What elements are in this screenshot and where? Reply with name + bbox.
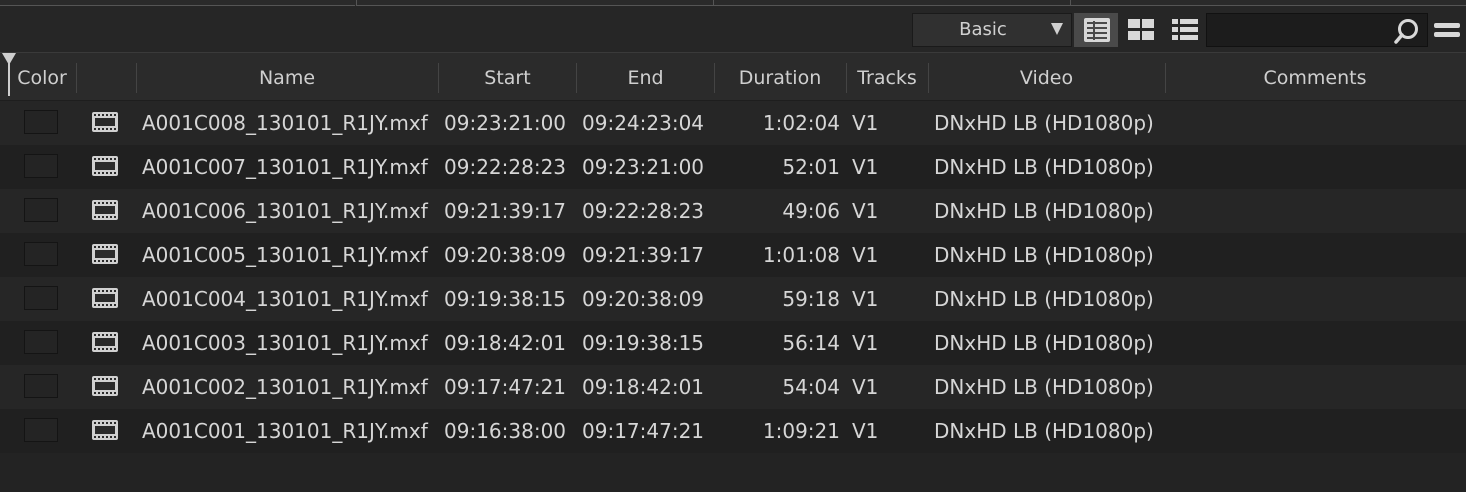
clip-end: 09:17:47:21 (582, 419, 705, 443)
menu-icon (1434, 23, 1460, 37)
color-swatch[interactable] (24, 198, 58, 222)
column-header-start[interactable]: Start (439, 53, 576, 100)
film-clip-icon (92, 420, 118, 440)
color-swatch[interactable] (24, 110, 58, 134)
clip-name[interactable]: A001C005_130101_R1JY.mxf (142, 233, 428, 277)
clip-start: 09:23:21:00 (444, 111, 567, 135)
clip-video-format: DNxHD LB (HD1080p) (934, 199, 1154, 223)
color-swatch[interactable] (24, 286, 58, 310)
color-swatch[interactable] (24, 330, 58, 354)
clip-duration: 49:06 (782, 199, 840, 223)
clip-duration: 1:02:04 (762, 111, 840, 135)
film-clip-icon (92, 288, 118, 308)
column-header-name[interactable]: Name (137, 53, 437, 100)
search-field[interactable] (1206, 13, 1428, 47)
clip-name[interactable]: A001C007_130101_R1JY.mxf (142, 145, 428, 189)
column-header-tracks[interactable]: Tracks (847, 53, 927, 100)
chevron-down-icon (1051, 23, 1063, 35)
clip-duration: 54:04 (782, 375, 840, 399)
clip-start: 09:19:38:15 (444, 287, 567, 311)
clip-duration: 1:09:21 (762, 419, 840, 443)
clip-name[interactable]: A001C001_130101_R1JY.mxf (142, 409, 428, 453)
clip-name[interactable]: A001C002_130101_R1JY.mxf (142, 365, 428, 409)
view-mode-dropdown[interactable]: Basic (912, 13, 1072, 47)
column-header-color[interactable]: Color (10, 53, 74, 100)
table-row[interactable]: A001C007_130101_R1JY.mxf 09:22:28:23 09:… (0, 145, 1466, 189)
clip-name[interactable]: A001C006_130101_R1JY.mxf (142, 189, 428, 233)
clip-end: 09:22:28:23 (582, 199, 705, 223)
clip-end: 09:20:38:09 (582, 287, 705, 311)
table-row[interactable]: A001C002_130101_R1JY.mxf 09:17:47:21 09:… (0, 365, 1466, 409)
clip-duration: 59:18 (782, 287, 840, 311)
options-menu-button[interactable] (1432, 13, 1466, 47)
clip-tracks: V1 (852, 111, 879, 135)
grid-view-icon (1084, 18, 1110, 42)
clip-tracks: V1 (852, 331, 879, 355)
clip-video-format: DNxHD LB (HD1080p) (934, 111, 1154, 135)
table-row[interactable]: A001C008_130101_R1JY.mxf 09:23:21:00 09:… (0, 101, 1466, 145)
clip-name[interactable]: A001C004_130101_R1JY.mxf (142, 277, 428, 321)
column-header-end[interactable]: End (577, 53, 714, 100)
color-swatch[interactable] (24, 418, 58, 442)
thumbnail-view-icon (1128, 19, 1154, 40)
grid-view-button[interactable] (1074, 13, 1118, 47)
color-swatch[interactable] (24, 242, 58, 266)
film-clip-icon (92, 156, 118, 176)
clip-tracks: V1 (852, 287, 879, 311)
clip-tracks: V1 (852, 199, 879, 223)
color-swatch[interactable] (24, 374, 58, 398)
clip-start: 09:21:39:17 (444, 199, 567, 223)
clip-start: 09:20:38:09 (444, 243, 567, 267)
clip-start: 09:18:42:01 (444, 331, 567, 355)
column-header-row: Color Name Start End Duration Tracks Vid… (0, 53, 1466, 101)
clip-tracks: V1 (852, 155, 879, 179)
film-clip-icon (92, 376, 118, 396)
clip-video-format: DNxHD LB (HD1080p) (934, 375, 1154, 399)
table-row[interactable]: A001C001_130101_R1JY.mxf 09:16:38:00 09:… (0, 409, 1466, 453)
column-header-duration[interactable]: Duration (715, 53, 845, 100)
clip-tracks: V1 (852, 419, 879, 443)
color-swatch[interactable] (24, 154, 58, 178)
clip-name[interactable]: A001C008_130101_R1JY.mxf (142, 101, 428, 145)
table-row[interactable]: A001C004_130101_R1JY.mxf 09:19:38:15 09:… (0, 277, 1466, 321)
film-clip-icon (92, 332, 118, 352)
clip-duration: 56:14 (782, 331, 840, 355)
thumbnail-view-button[interactable] (1118, 13, 1162, 47)
table-row[interactable]: A001C005_130101_R1JY.mxf 09:20:38:09 09:… (0, 233, 1466, 277)
clip-end: 09:18:42:01 (582, 375, 705, 399)
clip-duration: 1:01:08 (762, 243, 840, 267)
clip-start: 09:22:28:23 (444, 155, 567, 179)
clip-video-format: DNxHD LB (HD1080p) (934, 419, 1154, 443)
clip-duration: 52:01 (782, 155, 840, 179)
clip-end: 09:21:39:17 (582, 243, 705, 267)
clip-end: 09:23:21:00 (582, 155, 705, 179)
view-mode-label: Basic (959, 19, 1007, 40)
clip-tracks: V1 (852, 243, 879, 267)
clip-end: 09:19:38:15 (582, 331, 705, 355)
clip-video-format: DNxHD LB (HD1080p) (934, 331, 1154, 355)
list-view-button[interactable] (1162, 13, 1206, 47)
column-header-icon[interactable] (77, 53, 136, 100)
table-row[interactable]: A001C006_130101_R1JY.mxf 09:21:39:17 09:… (0, 189, 1466, 233)
clip-start: 09:17:47:21 (444, 375, 567, 399)
clip-start: 09:16:38:00 (444, 419, 567, 443)
film-clip-icon (92, 244, 118, 264)
clip-end: 09:24:23:04 (582, 111, 705, 135)
clip-tracks: V1 (852, 375, 879, 399)
search-input[interactable] (1213, 18, 1387, 44)
clip-video-format: DNxHD LB (HD1080p) (934, 155, 1154, 179)
film-clip-icon (92, 112, 118, 132)
playhead-line (8, 60, 10, 96)
column-header-video[interactable]: Video (929, 53, 1164, 100)
clip-video-format: DNxHD LB (HD1080p) (934, 287, 1154, 311)
bin-toolbar: Basic (0, 6, 1466, 53)
clip-name[interactable]: A001C003_130101_R1JY.mxf (142, 321, 428, 365)
clip-video-format: DNxHD LB (HD1080p) (934, 243, 1154, 267)
list-view-icon (1172, 19, 1198, 40)
column-header-comments[interactable]: Comments (1166, 53, 1464, 100)
film-clip-icon (92, 200, 118, 220)
search-icon[interactable] (1393, 17, 1421, 45)
table-row[interactable]: A001C003_130101_R1JY.mxf 09:18:42:01 09:… (0, 321, 1466, 365)
